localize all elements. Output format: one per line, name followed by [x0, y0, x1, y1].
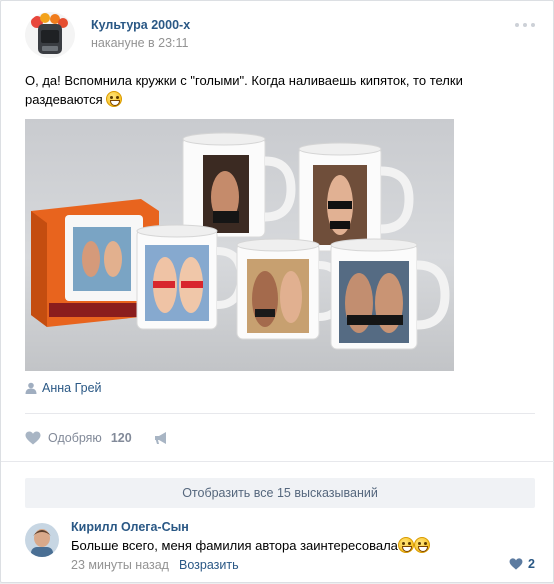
grinning-face-emoji-icon: [106, 91, 123, 107]
comment-time[interactable]: 23 минуты назад: [71, 558, 169, 572]
comments-section: Отобразить все 15 высказываний Кирилл Ол…: [1, 461, 554, 584]
post-actions: Одобряю 120: [25, 427, 170, 449]
megaphone-icon: [154, 432, 166, 444]
comment-item: Кирилл Олега-Сын Больше всего, меня фами…: [25, 520, 535, 580]
group-avatar[interactable]: [25, 12, 75, 58]
author-signature[interactable]: Анна Грей: [25, 379, 102, 397]
user-icon: [25, 382, 37, 394]
comment-meta: 23 минуты назад Возразить: [71, 558, 239, 572]
comment-author-link[interactable]: Кирилл Олега-Сын: [71, 520, 189, 534]
comment-like-button[interactable]: 2: [509, 557, 535, 571]
commenter-avatar[interactable]: [25, 523, 59, 557]
divider: [25, 413, 535, 414]
group-name-link[interactable]: Культура 2000-х: [91, 18, 190, 32]
comment-like-count: 2: [528, 557, 535, 571]
post-text: О, да! Вспомнила кружки с "голыми". Когд…: [25, 71, 535, 109]
grinning-face-emoji-icon: [397, 537, 414, 553]
heart-icon: [25, 431, 41, 445]
comment-text: Больше всего, меня фамилия автора заинте…: [71, 537, 430, 555]
mugs-illustration: [31, 132, 450, 350]
like-count: 120: [110, 431, 132, 445]
grinning-face-emoji-icon: [413, 537, 430, 553]
like-button[interactable]: Одобряю 120: [25, 431, 132, 445]
author-name: Анна Грей: [42, 381, 102, 395]
reply-button[interactable]: Возразить: [179, 558, 239, 572]
like-label: Одобряю: [48, 431, 102, 445]
heart-icon: [509, 558, 523, 570]
show-all-comments-button[interactable]: Отобразить все 15 высказываний: [25, 478, 535, 508]
comment-text-content: Больше всего, меня фамилия автора заинте…: [71, 538, 398, 553]
post-timestamp[interactable]: накануне в 23:11: [91, 36, 189, 50]
share-button[interactable]: [154, 431, 170, 445]
post-card: Культура 2000-х накануне в 23:11 О, да! …: [0, 0, 554, 583]
post-text-content: О, да! Вспомнила кружки с "голыми". Когд…: [25, 73, 463, 107]
post-header: Культура 2000-х накануне в 23:11: [25, 12, 535, 58]
post-photo[interactable]: [25, 119, 454, 371]
more-options-icon[interactable]: [515, 21, 535, 29]
